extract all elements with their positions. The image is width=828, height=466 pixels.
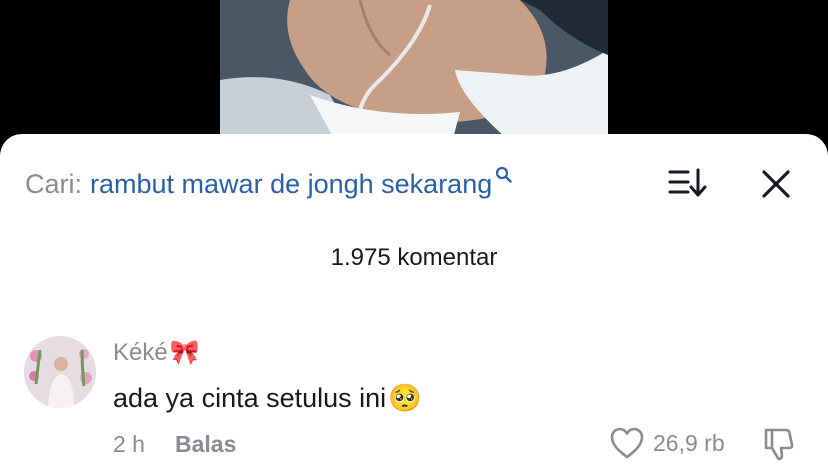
search-icon bbox=[496, 166, 512, 183]
like-button[interactable]: 26,9 rb bbox=[609, 426, 725, 460]
search-query-link[interactable]: rambut mawar de jongh sekarang bbox=[90, 169, 492, 200]
pleading-face-emoji: 🥺 bbox=[388, 383, 422, 413]
video-thumbnail bbox=[220, 0, 608, 150]
close-icon[interactable] bbox=[760, 168, 792, 200]
bow-emoji: 🎀 bbox=[169, 339, 200, 366]
comment-time: 2 h bbox=[113, 431, 145, 457]
heart-icon bbox=[610, 427, 644, 459]
avatar[interactable] bbox=[24, 336, 96, 408]
comment-body: ada ya cinta setulus ini bbox=[113, 382, 387, 413]
search-suggestion[interactable]: Cari: rambut mawar de jongh sekarang bbox=[25, 166, 513, 200]
reply-button[interactable]: Balas bbox=[175, 431, 236, 458]
video-frame[interactable] bbox=[220, 0, 608, 150]
dislike-icon[interactable] bbox=[760, 426, 796, 462]
comment-username[interactable]: Kéké 🎀 bbox=[113, 338, 200, 367]
username-text: Kéké bbox=[113, 338, 168, 366]
avatar-image bbox=[24, 336, 96, 408]
search-prefix: Cari: bbox=[25, 168, 83, 199]
comment-text: ada ya cinta setulus ini 🥺 bbox=[113, 382, 422, 414]
sort-icon[interactable] bbox=[668, 168, 708, 198]
video-area[interactable] bbox=[0, 0, 828, 150]
comment-count: 1.975 komentar bbox=[330, 244, 498, 271]
like-count: 26,9 rb bbox=[653, 429, 725, 456]
comment-meta: 2 h Balas bbox=[113, 431, 236, 458]
